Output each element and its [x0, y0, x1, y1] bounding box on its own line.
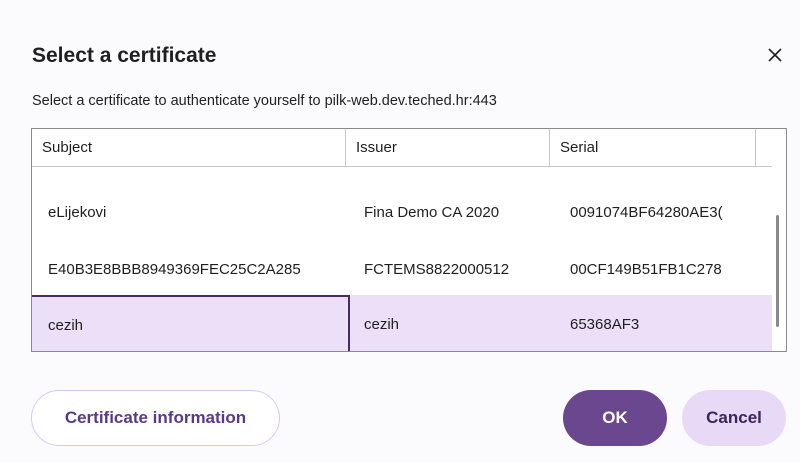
table-row[interactable]: E40B3E8BBB8949369FEC25C2A285 FCTEMS88220…: [32, 243, 772, 295]
cancel-button[interactable]: Cancel: [682, 390, 786, 446]
close-icon: [768, 48, 782, 62]
column-header-serial[interactable]: Serial: [550, 129, 756, 166]
scrollbar-thumb[interactable]: [776, 215, 779, 327]
certificate-table: Subject Issuer Serial eLijekovi Fina Dem…: [31, 128, 787, 352]
dialog-subtitle: Select a certificate to authenticate you…: [32, 93, 497, 109]
cell-issuer: Fina Demo CA 2020: [364, 203, 500, 221]
ok-button[interactable]: OK: [563, 390, 667, 446]
table-row[interactable]: eLijekovi Fina Demo CA 2020 0091074BF642…: [32, 181, 772, 243]
table-header: Subject Issuer Serial: [32, 129, 772, 167]
column-header-subject[interactable]: Subject: [32, 129, 346, 166]
certificate-dialog: Select a certificate Select a certificat…: [0, 0, 800, 463]
cell-serial: 65368AF3: [570, 315, 640, 333]
close-button[interactable]: [760, 40, 790, 70]
column-header-issuer[interactable]: Issuer: [346, 129, 550, 166]
scrollbar[interactable]: [772, 129, 786, 351]
certificate-information-button[interactable]: Certificate information: [31, 390, 280, 446]
cell-issuer: cezih: [364, 315, 400, 333]
table-row-selected[interactable]: cezih cezih 65368AF3: [32, 295, 772, 351]
table-body: eLijekovi Fina Demo CA 2020 0091074BF642…: [32, 167, 772, 351]
cell-serial: 00CF149B51FB1C278: [570, 260, 722, 278]
dialog-title: Select a certificate: [32, 44, 217, 67]
cell-serial: 0091074BF64280AE3(: [570, 203, 723, 221]
cell-subject: eLijekovi: [48, 203, 107, 221]
cell-subject: E40B3E8BBB8949369FEC25C2A285: [48, 260, 301, 278]
cell-subject: cezih: [32, 295, 350, 351]
cell-issuer: FCTEMS8822000512: [364, 260, 510, 278]
